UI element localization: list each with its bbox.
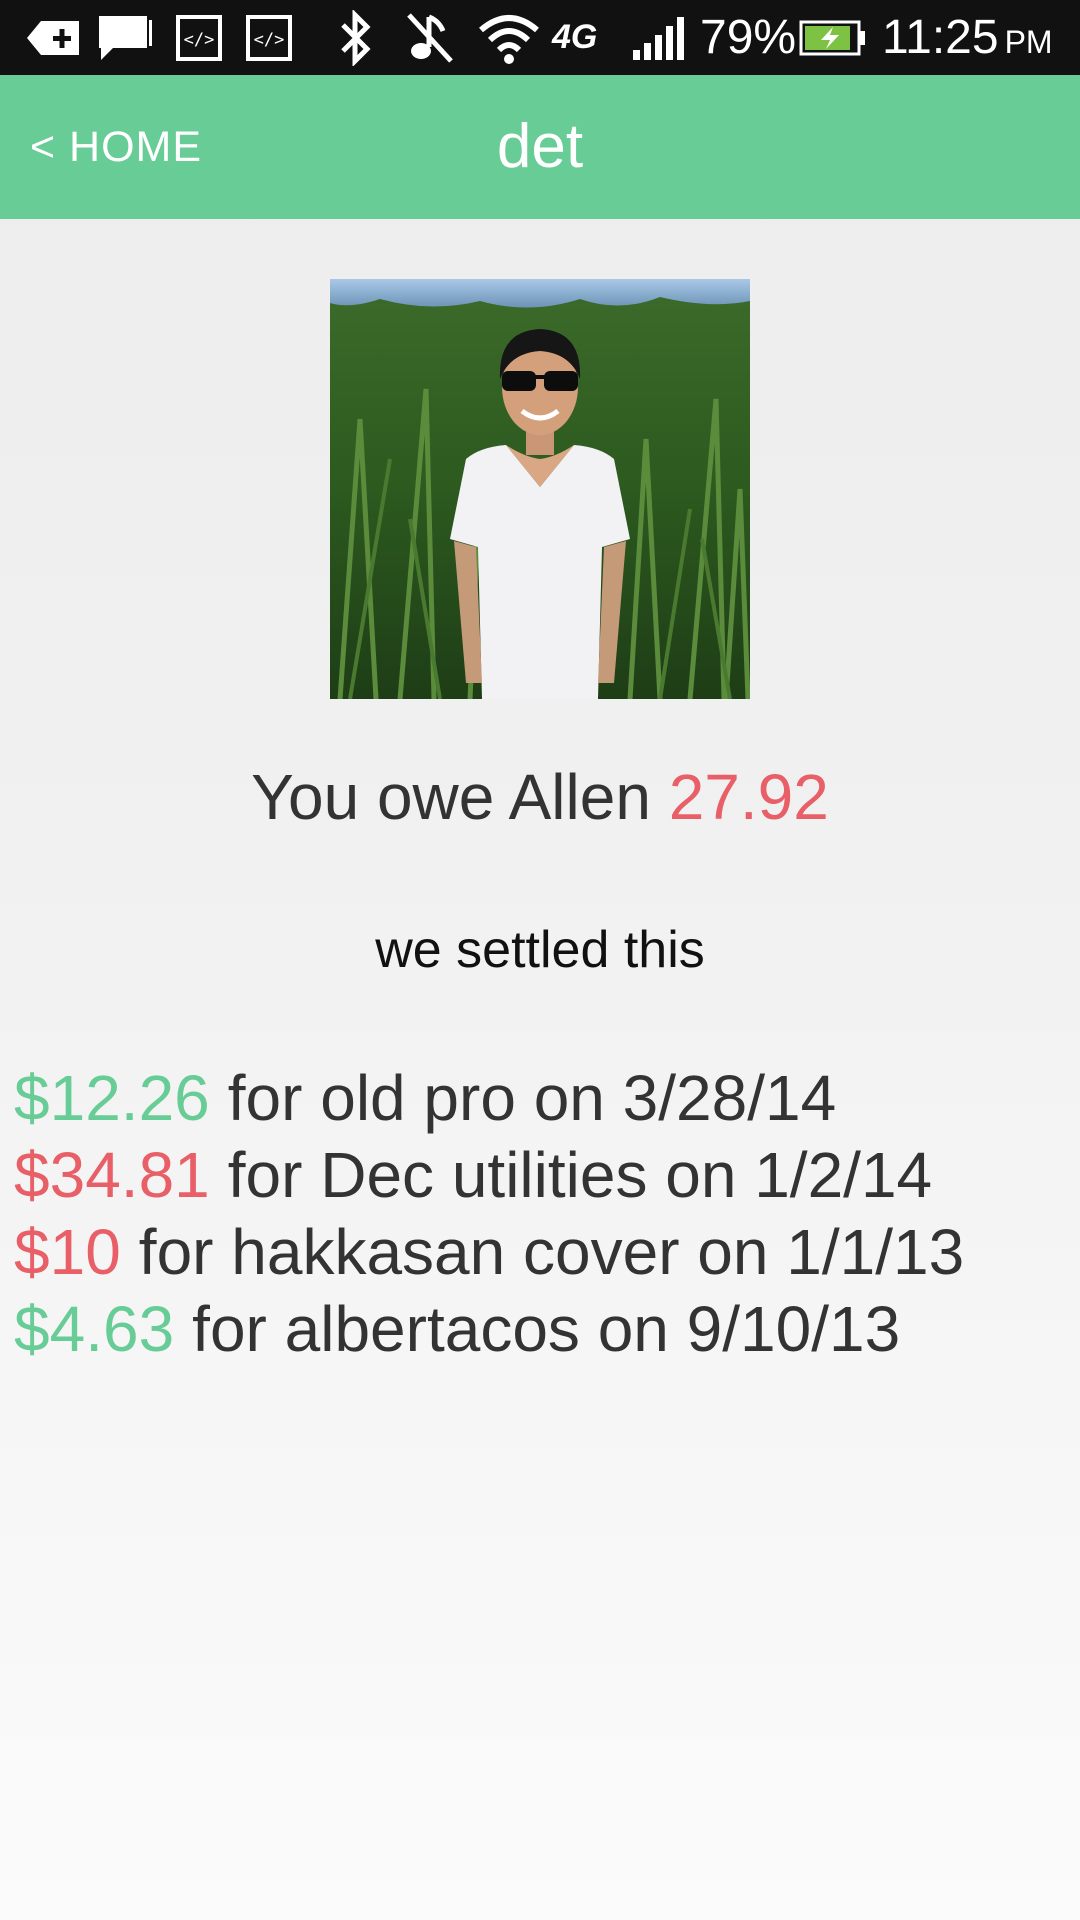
transaction-description: for old pro on 3/28/14	[227, 1062, 837, 1134]
transaction-description: for Dec utilities on 1/2/14	[227, 1139, 933, 1211]
code-icon: </>	[244, 0, 294, 75]
4g-icon: 4G	[552, 18, 598, 56]
svg-text:</>: </>	[254, 30, 285, 50]
transaction-amount: $10	[14, 1216, 121, 1288]
balance-prefix: You owe Allen	[251, 761, 651, 833]
add-notification-icon	[22, 0, 84, 75]
balance-amount: 27.92	[668, 761, 829, 833]
signal-icon	[630, 0, 688, 75]
transaction-amount: $12.26	[14, 1062, 210, 1134]
settle-button[interactable]: we settled this	[340, 915, 740, 985]
transaction-amount: $4.63	[14, 1293, 175, 1365]
code-icon: </>	[174, 0, 224, 75]
bluetooth-icon	[336, 0, 376, 75]
clock: 11:25 PM	[882, 0, 1053, 75]
clock-ampm: PM	[1004, 24, 1053, 60]
avatar	[330, 279, 750, 699]
transaction-item[interactable]: $12.26 for old pro on 3/28/14	[14, 1060, 1074, 1137]
transaction-description: for hakkasan cover on 1/1/13	[138, 1216, 965, 1288]
transaction-item[interactable]: $34.81 for Dec utilities on 1/2/14	[14, 1137, 1074, 1214]
clock-time: 11:25	[882, 11, 999, 64]
status-bar: </> </> 4G 79% 11:25 PM	[0, 0, 1080, 75]
svg-text:</>: </>	[184, 30, 215, 50]
message-icon	[96, 0, 154, 75]
balance-summary: You owe Allen 27.92	[0, 760, 1080, 834]
transaction-item[interactable]: $4.63 for albertacos on 9/10/13	[14, 1291, 1074, 1368]
home-back-button[interactable]: < HOME	[30, 75, 202, 219]
wifi-icon	[476, 0, 542, 75]
battery-percent: 79%	[700, 11, 797, 64]
transaction-description: for albertacos on 9/10/13	[192, 1293, 901, 1365]
transaction-list: $12.26 for old pro on 3/28/14 $34.81 for D…	[14, 1060, 1074, 1368]
transaction-amount: $34.81	[14, 1139, 210, 1211]
transaction-item[interactable]: $10 for hakkasan cover on 1/1/13	[14, 1214, 1074, 1291]
battery-charging-icon	[798, 0, 868, 75]
vibrate-off-icon	[404, 0, 456, 75]
action-bar: < HOME det	[0, 75, 1080, 219]
